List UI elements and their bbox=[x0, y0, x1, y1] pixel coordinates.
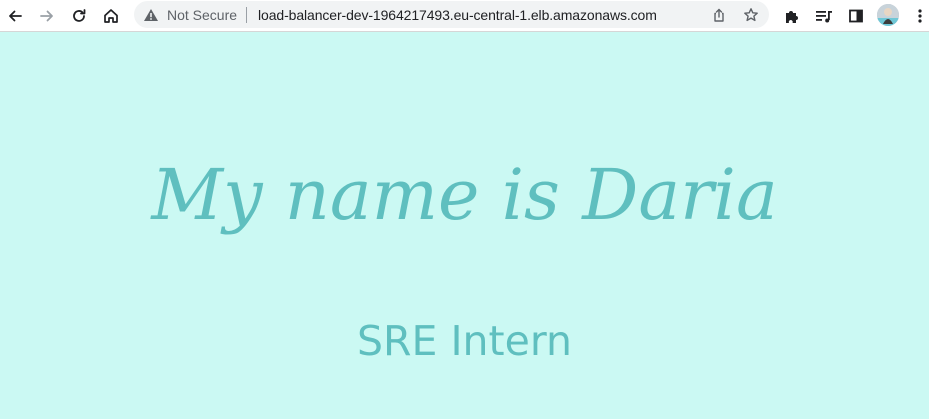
media-control-icon bbox=[815, 8, 833, 24]
side-panel-button[interactable] bbox=[844, 4, 868, 28]
extensions-button[interactable] bbox=[780, 4, 804, 28]
address-divider bbox=[246, 7, 247, 23]
home-button[interactable] bbox=[99, 4, 123, 28]
back-button[interactable] bbox=[3, 4, 27, 28]
warning-triangle-icon[interactable] bbox=[143, 7, 159, 23]
kebab-menu-button[interactable] bbox=[908, 4, 929, 28]
forward-arrow-icon bbox=[39, 8, 55, 24]
share-icon[interactable] bbox=[709, 5, 729, 25]
home-icon bbox=[102, 7, 120, 25]
reload-icon bbox=[71, 8, 87, 24]
address-bar[interactable]: Not Secure load-balancer-dev-1964217493.… bbox=[134, 1, 769, 28]
url-text[interactable]: load-balancer-dev-1964217493.eu-central-… bbox=[258, 7, 657, 23]
security-status-label[interactable]: Not Secure bbox=[167, 7, 237, 23]
forward-button[interactable] bbox=[35, 4, 59, 28]
page-headline: My name is Daria bbox=[151, 154, 778, 236]
page-subheadline: SRE Intern bbox=[357, 317, 572, 365]
back-arrow-icon bbox=[7, 8, 23, 24]
browser-toolbar: Not Secure load-balancer-dev-1964217493.… bbox=[0, 0, 929, 32]
media-control-button[interactable] bbox=[812, 4, 836, 28]
kebab-menu-icon bbox=[917, 8, 923, 24]
reload-button[interactable] bbox=[67, 4, 91, 28]
avatar[interactable] bbox=[877, 4, 899, 26]
side-panel-icon bbox=[848, 8, 864, 24]
star-icon[interactable] bbox=[741, 5, 761, 25]
puzzle-icon bbox=[784, 8, 800, 24]
